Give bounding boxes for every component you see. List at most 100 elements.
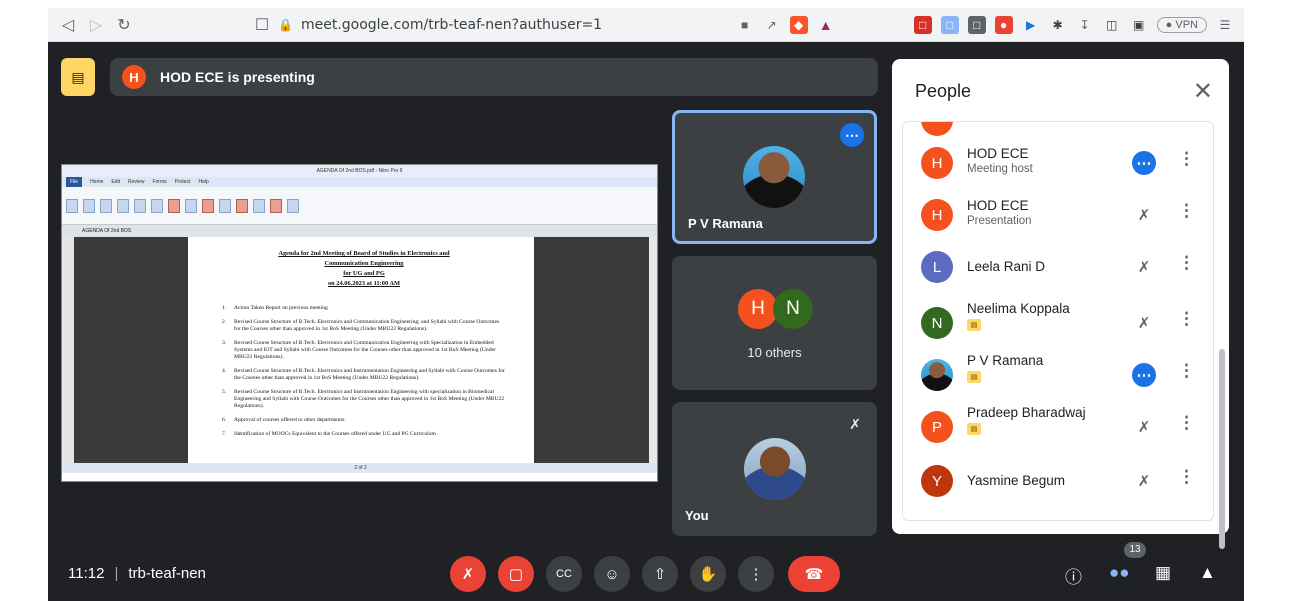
people-scrollbar[interactable]	[1219, 349, 1225, 549]
ribbon-icon	[66, 198, 78, 213]
self-tile[interactable]: ✗ You	[672, 402, 877, 536]
participant-name: Pradeep Bharadwaj	[967, 405, 1086, 420]
vpn-button[interactable]: ● VPN	[1156, 17, 1207, 33]
self-avatar	[744, 438, 806, 500]
mic-off-icon: ✗	[1137, 259, 1151, 276]
agenda-item: 1. Action Taken Report on previous meetin…	[222, 305, 328, 311]
ribbon-icon	[253, 198, 265, 213]
kebab-menu-icon[interactable]: ⋮	[1178, 361, 1195, 381]
meeting-info-icon[interactable]: ⓘ	[1065, 563, 1082, 588]
meeting-controls: 11:12 | trb-teaf-nen ✗ ▢ CC ☺ ⇧ ✋ ⋮ ☎ ⓘ 13…	[48, 542, 1244, 601]
screen-extension-icon[interactable]: □	[967, 16, 986, 34]
more-options-button[interactable]: ⋮	[738, 556, 774, 592]
ribbon-icon	[185, 198, 197, 213]
brave-rewards-icon[interactable]: ▲	[817, 16, 835, 34]
brave-shield-icon[interactable]: ◆	[789, 16, 808, 34]
participant-avatar: N	[921, 307, 953, 339]
kebab-menu-icon[interactable]: ⋮	[1178, 149, 1195, 169]
agenda-title-line: Communication Engineering	[324, 260, 404, 267]
participant-name: Yasmine Begum	[967, 473, 1066, 488]
forward-icon[interactable]: ▷	[82, 11, 110, 39]
ribbon-icon	[287, 198, 299, 213]
agenda-item: 3. Revised Course Structure of B.Tech. El…	[222, 340, 496, 360]
sidebar-icon[interactable]: ◫	[1103, 16, 1121, 34]
agenda-title-line: Agenda for 2nd Meeting of Board of Studi…	[278, 250, 450, 257]
docs-extension-icon[interactable]: □	[940, 16, 959, 34]
activities-icon[interactable]: ▲	[1199, 563, 1216, 583]
participant-name: P V Ramana	[688, 216, 763, 231]
meeting-code: trb-teaf-nen	[128, 565, 206, 582]
kebab-menu-icon[interactable]: ⋮	[1178, 309, 1195, 329]
participant-row[interactable]: Y Yasmine Begum ✗ ⋮	[903, 450, 1213, 500]
captions-button[interactable]: CC	[546, 556, 582, 592]
participant-row[interactable]: H HOD ECE Meeting host ⋯ ⋮	[903, 138, 1213, 188]
kebab-menu-icon[interactable]: ⋮	[1178, 201, 1195, 221]
partial-avatar	[921, 122, 953, 136]
more-options-icon[interactable]: ⋯	[1132, 363, 1156, 387]
back-icon[interactable]: ◁	[54, 11, 82, 39]
participant-row[interactable]: H HOD ECE Presentation ✗ ⋮	[903, 190, 1213, 240]
close-icon[interactable]: ✕	[1193, 77, 1213, 106]
present-screen-button[interactable]: ⇧	[642, 556, 678, 592]
menu-icon[interactable]: ☰	[1216, 16, 1234, 34]
ribbon-icon	[100, 198, 112, 213]
participant-row[interactable]: P Pradeep Bharadwaj ▤ ✗ ⋮	[903, 398, 1213, 448]
download-icon[interactable]: ↧	[1076, 16, 1094, 34]
red-extension-icon[interactable]: ●	[994, 16, 1013, 34]
participant-tile-active[interactable]: ⋯ P V Ramana	[672, 110, 877, 244]
participant-role: Presentation	[967, 215, 1032, 227]
meeting-details: 11:12 | trb-teaf-nen	[68, 565, 206, 582]
participant-list: H HOD ECE Meeting host ⋯ ⋮ H HOD ECE Pre…	[902, 121, 1214, 521]
participant-row[interactable]: P V Ramana ▤ ⋯ ⋮	[903, 346, 1213, 396]
presentation-icon[interactable]: ▤	[61, 58, 95, 96]
presenter-text: HOD ECE is presenting	[160, 69, 315, 85]
reload-icon[interactable]: ↻	[110, 11, 138, 39]
menu-item: Help	[198, 179, 209, 185]
participant-avatar	[743, 146, 805, 208]
browser-toolbar: ◁ ▷ ↻ ☐ 🔒 meet.google.com/trb-teaf-nen?a…	[48, 8, 1244, 42]
agenda-title-line: on 24.06.2023 at 11:00 AM	[327, 280, 401, 287]
leave-call-button[interactable]: ☎	[788, 556, 840, 592]
others-avatar-n: N	[773, 289, 813, 329]
kebab-menu-icon[interactable]: ⋮	[1178, 413, 1195, 433]
camera-icon[interactable]: ■	[736, 16, 754, 34]
capture-extension-icon[interactable]: ▶	[1022, 16, 1040, 34]
shared-ribbon	[62, 187, 657, 225]
mic-off-icon: ✗	[1137, 419, 1151, 436]
share-icon[interactable]: ↗	[763, 16, 781, 34]
shared-doc-viewer: Agenda for 2nd Meeting of Board of Studi…	[62, 237, 657, 473]
shared-menu: File Home Edit Review Forms Protect Help	[62, 177, 657, 187]
emoji-button[interactable]: ☺	[594, 556, 630, 592]
camera-toggle-button[interactable]: ▢	[498, 556, 534, 592]
bookmark-icon[interactable]: ☐	[248, 11, 276, 39]
participant-avatar: H	[921, 199, 953, 231]
others-tile[interactable]: H N 10 others	[672, 256, 877, 390]
puzzle-icon[interactable]: ✱	[1049, 16, 1067, 34]
presenter-avatar: H	[122, 65, 146, 89]
kebab-menu-icon[interactable]: ⋮	[1178, 467, 1195, 487]
participant-row[interactable]: L Leela Rani D ✗ ⋮	[903, 242, 1213, 292]
ribbon-icon	[117, 198, 129, 213]
mic-toggle-button[interactable]: ✗	[450, 556, 486, 592]
people-icon[interactable]: ●●	[1109, 563, 1130, 583]
more-options-icon[interactable]: ⋯	[1132, 151, 1156, 175]
more-options-icon[interactable]: ⋯	[840, 123, 864, 147]
kebab-menu-icon[interactable]: ⋮	[1178, 253, 1195, 273]
menu-item: Edit	[111, 179, 121, 185]
agenda-item: 5. Revised Course Structure of B.Tech. El…	[222, 389, 505, 409]
raise-hand-button[interactable]: ✋	[690, 556, 726, 592]
participant-name: P V Ramana	[967, 353, 1044, 368]
ribbon-icon	[202, 198, 214, 213]
pdf-extension-icon[interactable]: □	[913, 16, 932, 34]
participant-avatar: Y	[921, 465, 953, 497]
ribbon-icon	[83, 198, 95, 213]
agenda-item: 7. Identification of MOOCs Equivalent to …	[222, 431, 436, 437]
shared-doc-tab: AGENDA Of 2nd BOS	[62, 225, 657, 237]
doc-scrollbar[interactable]	[649, 237, 657, 473]
participant-name: Neelima Koppala	[967, 301, 1070, 316]
cast-icon[interactable]: ▣	[1130, 16, 1148, 34]
chat-icon[interactable]: ▦	[1155, 563, 1171, 583]
participant-row[interactable]: N Neelima Koppala ▤ ✗ ⋮	[903, 294, 1213, 344]
shared-screen: AGENDA Of 2nd BOS.pdf - Nitro Pro 9 File…	[61, 164, 658, 482]
presenting-badge-icon: ▤	[967, 319, 981, 331]
